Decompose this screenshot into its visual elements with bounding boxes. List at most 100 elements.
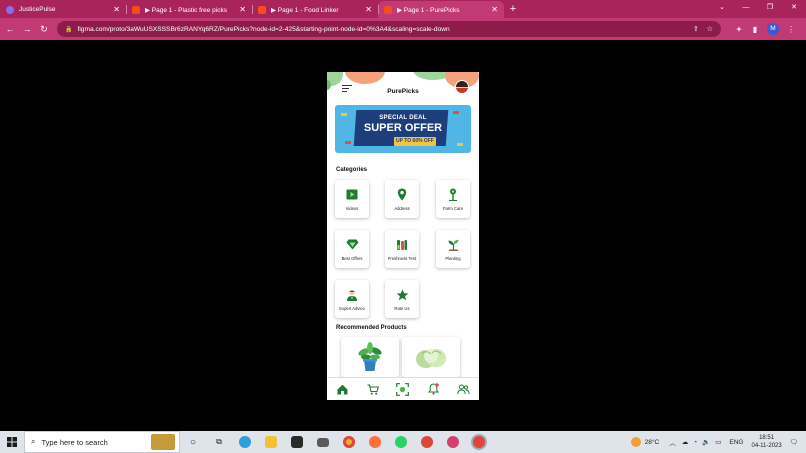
chrome-profile-icon[interactable] xyxy=(440,431,466,453)
video-icon xyxy=(345,188,359,202)
clock[interactable]: 18:51 04-11-2023 xyxy=(751,434,781,450)
category-farm-care[interactable]: Farm Care xyxy=(436,180,470,218)
diamond-icon xyxy=(345,238,359,252)
close-tab-icon[interactable]: ✕ xyxy=(365,5,372,14)
tray-chevron-icon[interactable]: ︿ xyxy=(669,437,676,447)
product-card-potted-plant[interactable] xyxy=(341,337,399,377)
recommended-heading: Recommended Products xyxy=(336,325,407,331)
close-tab-icon[interactable]: ✕ xyxy=(491,5,498,14)
firefox-icon[interactable] xyxy=(362,431,388,453)
figma-prototype-viewport: PurePicks SPECIAL DEAL SUPER OFFER UP TO… xyxy=(0,40,806,431)
back-icon[interactable]: ← xyxy=(3,24,17,34)
edge-icon[interactable] xyxy=(232,431,258,453)
cart-icon[interactable] xyxy=(366,382,380,396)
tab-purepicks[interactable]: ▶ Page 1 - PurePicks ✕ xyxy=(378,1,504,18)
browser-tab-strip: JusticePulse ✕ ▶ Page 1 - Plastic free p… xyxy=(0,0,806,18)
clock-date: 04-11-2023 xyxy=(751,443,782,449)
system-tray: 28°C ︿ ☁ ◔ 🔉 ▭ ENG 18:51 04-11-2023 🗨 xyxy=(630,431,806,453)
side-panel-icon[interactable]: ▮ xyxy=(747,25,763,34)
cabbage-icon xyxy=(416,349,446,368)
search-highlight-icon xyxy=(151,434,175,450)
store-icon[interactable] xyxy=(284,431,310,453)
address-bar[interactable]: 🔒 figma.com/proto/3aWuUSXSSSBr6zRANYq6RZ… xyxy=(57,21,721,37)
search-placeholder: Type here to search xyxy=(41,437,108,447)
tab-title: JusticePulse xyxy=(19,6,56,13)
category-videos[interactable]: Videos xyxy=(335,180,369,218)
scan-icon[interactable] xyxy=(396,382,410,396)
banner-line2: SUPER OFFER xyxy=(363,122,443,134)
figma-favicon-icon xyxy=(384,5,392,14)
wifi-icon[interactable]: ◔ xyxy=(693,439,697,446)
category-planting[interactable]: Planting xyxy=(436,230,470,268)
extensions-icon[interactable]: ✦ xyxy=(731,25,747,34)
weather-icon[interactable] xyxy=(630,437,641,447)
bottom-navigation xyxy=(327,377,479,400)
category-label: Planting xyxy=(445,255,461,261)
tab-justicepulse[interactable]: JusticePulse ✕ xyxy=(0,1,126,18)
forward-icon[interactable]: → xyxy=(20,24,34,34)
notification-icon[interactable] xyxy=(426,382,440,396)
category-label: Videos xyxy=(345,205,359,211)
clock-time: 18:51 xyxy=(759,435,775,441)
category-expert-advice[interactable]: Expert Advice xyxy=(335,280,369,318)
tab-food-linker[interactable]: ▶ Page 1 - Food Linker ✕ xyxy=(252,1,378,18)
confetti xyxy=(345,141,351,144)
search-icon: ⌕ xyxy=(31,437,36,446)
minimize-icon[interactable]: — xyxy=(734,0,758,18)
chrome-profile-icon[interactable] xyxy=(414,431,440,453)
whatsapp-icon[interactable] xyxy=(388,431,414,453)
close-tab-icon[interactable]: ✕ xyxy=(113,5,120,14)
chrome-active-icon[interactable] xyxy=(466,431,492,453)
profile-avatar[interactable]: M xyxy=(767,23,779,35)
share-icon[interactable]: ⇪ xyxy=(693,25,699,33)
battery-icon[interactable]: ▭ xyxy=(715,438,721,446)
community-icon[interactable] xyxy=(457,382,471,396)
windows-taskbar: ⌕ Type here to search ○ ⧉ 28°C ︿ ☁ ◔ 🔉 ▭… xyxy=(0,431,806,453)
category-label: Freshness Test xyxy=(387,255,417,261)
figma-favicon-icon xyxy=(132,5,140,14)
file-explorer-icon[interactable] xyxy=(258,431,284,453)
category-best-offers[interactable]: Best Offers xyxy=(335,230,369,268)
window-controls: ⌄ — ❐ ✕ xyxy=(710,0,806,18)
home-icon[interactable] xyxy=(335,382,349,396)
location-pin-icon xyxy=(395,188,409,202)
close-window-icon[interactable]: ✕ xyxy=(782,0,806,18)
signpost-icon xyxy=(446,188,460,202)
task-view-icon[interactable]: ○ xyxy=(180,431,206,453)
tab-title: ▶ Page 1 - Plastic free picks xyxy=(145,6,227,14)
category-rate-us[interactable]: Rate Us xyxy=(385,280,419,318)
product-card-cabbage[interactable] xyxy=(402,337,460,377)
confetti xyxy=(457,143,463,146)
category-freshness-test[interactable]: Freshness Test xyxy=(385,230,419,268)
tab-search-icon[interactable]: ⌄ xyxy=(710,0,734,18)
categories-heading: Categories xyxy=(336,167,368,173)
special-offer-banner[interactable]: SPECIAL DEAL SUPER OFFER UP TO 60% OFF xyxy=(335,105,471,153)
windows-start-icon[interactable] xyxy=(0,431,24,453)
banner-line1: SPECIAL DEAL xyxy=(379,115,427,121)
tab-plastic-free-picks[interactable]: ▶ Page 1 - Plastic free picks ✕ xyxy=(126,1,252,18)
expert-icon xyxy=(345,288,359,302)
maximize-icon[interactable]: ❐ xyxy=(758,0,782,18)
reload-icon[interactable]: ↻ xyxy=(37,24,51,35)
lock-icon[interactable]: 🔒 xyxy=(65,26,72,33)
taskbar-search-input[interactable]: ⌕ Type here to search xyxy=(24,431,180,453)
browser-menu-icon[interactable]: ⋮ xyxy=(783,25,799,34)
network-icon[interactable]: ☁ xyxy=(682,438,689,446)
category-address[interactable]: Address xyxy=(385,180,419,218)
new-tab-button[interactable]: + xyxy=(504,1,522,18)
volume-icon[interactable]: 🔉 xyxy=(702,438,710,446)
discount-badge: UP TO 60% OFF xyxy=(394,137,436,146)
chrome-icon[interactable] xyxy=(336,431,362,453)
bookmark-star-icon[interactable]: ☆ xyxy=(707,25,713,33)
category-label: Expert Advice xyxy=(339,305,365,311)
widgets-icon[interactable]: ⧉ xyxy=(206,431,232,453)
close-tab-icon[interactable]: ✕ xyxy=(239,5,246,14)
sprout-icon xyxy=(446,238,460,252)
language-indicator[interactable]: ENG xyxy=(729,439,743,446)
browser-toolbar: ← → ↻ 🔒 figma.com/proto/3aWuUSXSSSBr6zRA… xyxy=(0,18,806,40)
mail-icon[interactable] xyxy=(310,431,336,453)
category-label: Farm Care xyxy=(442,205,463,211)
weather-temp[interactable]: 28°C xyxy=(645,439,660,446)
notifications-icon[interactable]: 🗨 xyxy=(790,438,798,446)
user-avatar[interactable] xyxy=(455,80,469,94)
